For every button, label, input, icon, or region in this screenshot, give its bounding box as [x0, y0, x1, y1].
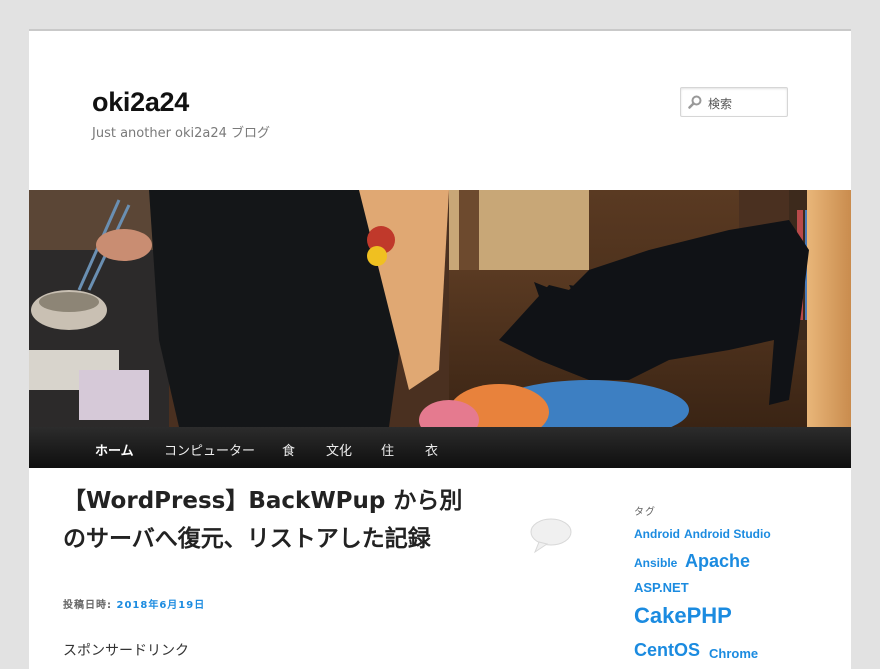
nav-item-food[interactable]: 食 — [282, 440, 295, 459]
post-meta-label: 投稿日時: — [63, 600, 117, 611]
tag-apache[interactable]: Apache — [685, 551, 750, 572]
main-navigation: ホーム コンピューター 食 文化 住 衣 — [29, 427, 851, 468]
tag-android[interactable]: Android — [634, 527, 680, 541]
nav-item-computer[interactable]: コンピューター — [164, 440, 255, 459]
comment-bubble-icon[interactable] — [529, 518, 573, 554]
nav-item-clothing[interactable]: 衣 — [425, 440, 438, 459]
post-date-link[interactable]: 2018年6月19日 — [116, 600, 205, 611]
post-title-line2: のサーバへ復元、リストアした記録 — [63, 526, 431, 552]
tag-centos[interactable]: CentOS — [634, 640, 700, 661]
tag-chrome[interactable]: Chrome — [709, 646, 758, 661]
nav-item-housing[interactable]: 住 — [381, 440, 394, 459]
nav-item-culture[interactable]: 文化 — [326, 440, 352, 459]
tags-heading: タグ — [634, 507, 656, 518]
post-title-line1: 【WordPress】BackWPup から別 — [63, 488, 463, 514]
search-input[interactable]: 検索 — [680, 87, 788, 117]
tag-ansible[interactable]: Ansible — [634, 556, 677, 570]
search-placeholder: 検索 — [708, 97, 733, 111]
post-title[interactable]: 【WordPress】BackWPup から別 のサーバへ復元、リストアした記録 — [63, 482, 483, 558]
tag-android-studio[interactable]: Android Studio — [684, 527, 771, 541]
post-meta: 投稿日時: 2018年6月19日 — [63, 596, 205, 611]
site-description: Just another oki2a24 ブログ — [92, 126, 271, 141]
sponsored-link-label: スポンサードリンク — [63, 643, 189, 659]
search-icon — [688, 95, 702, 109]
header-banner-image[interactable] — [29, 190, 851, 427]
page: oki2a24 Just another oki2a24 ブログ 検索 ホーム … — [29, 29, 851, 669]
tag-aspnet[interactable]: ASP.NET — [634, 580, 689, 595]
tag-cakephp[interactable]: CakePHP — [634, 603, 732, 629]
nav-item-home[interactable]: ホーム — [95, 440, 134, 459]
site-title[interactable]: oki2a24 — [92, 87, 189, 118]
